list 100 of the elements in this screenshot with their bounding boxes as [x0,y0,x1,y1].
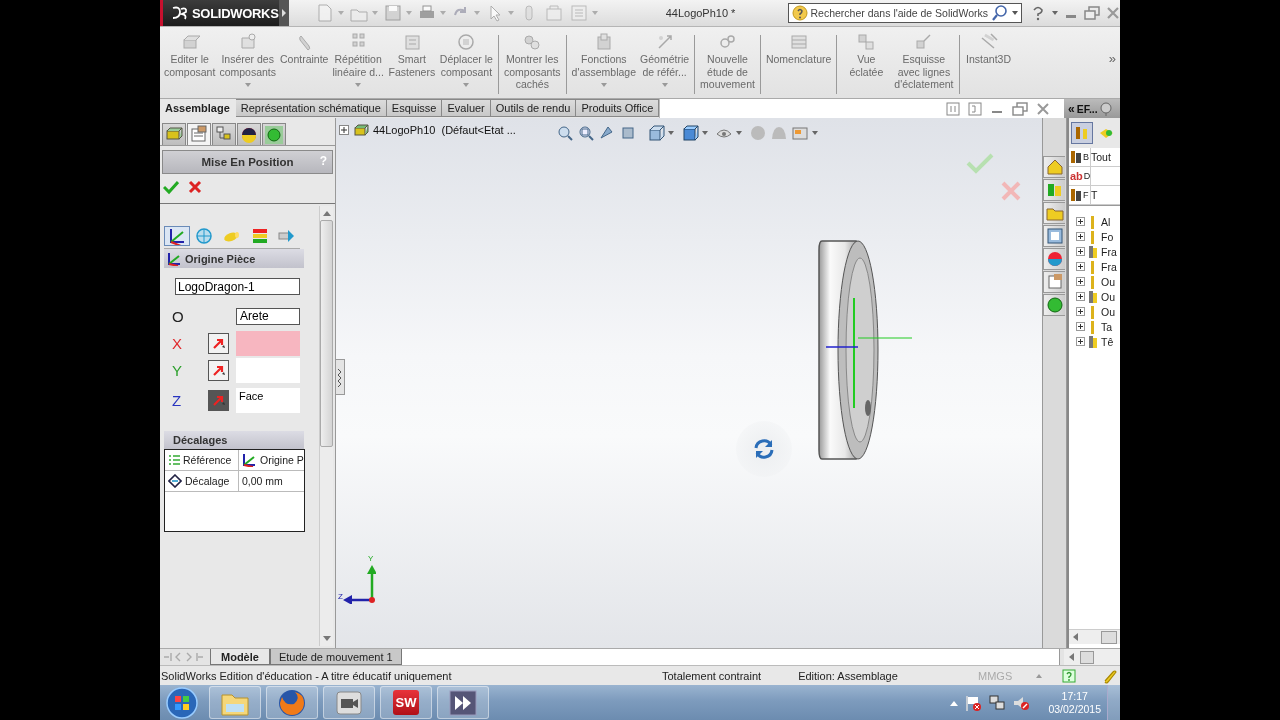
restore-icon[interactable] [1084,6,1100,20]
command-button[interactable]: Répétition linéaire d... [330,27,386,98]
tree-item[interactable]: Fo [1101,230,1114,243]
command-button[interactable]: Contrainte [278,27,331,98]
task-pane-tab[interactable] [1043,271,1065,293]
selection-mode-button[interactable] [164,226,190,246]
tree-item[interactable]: Fra [1101,260,1117,273]
feature-tree-root[interactable]: 44LogoPh10 (Défaut<Etat ... [373,124,516,136]
reference-field[interactable] [236,330,300,356]
split-view-icon[interactable] [968,101,982,116]
taskbar-app[interactable] [437,686,489,719]
task-pane-tab[interactable] [1043,202,1065,224]
command-button[interactable]: Editer le composant [162,27,218,98]
tree-item[interactable]: Tê [1101,335,1114,348]
reference-field[interactable]: Arete [236,307,300,325]
help-icon[interactable] [1062,668,1077,683]
view-settings-icon[interactable] [791,124,809,142]
tree-item[interactable]: Al [1101,215,1111,228]
model-tab[interactable]: Modèle [210,649,270,665]
zoom-fit-icon[interactable] [556,124,574,142]
reference-field[interactable]: Face [236,387,300,413]
scrollbar[interactable] [1064,649,1120,665]
ribbon-tab[interactable]: Produits Office [576,99,660,117]
taskbar-app[interactable] [266,686,318,719]
pick-button[interactable] [208,332,229,354]
model-tab[interactable]: Etude de mouvement 1 [269,649,402,665]
command-button[interactable]: Montrer les composants cachés [501,27,563,98]
caret-up-icon[interactable] [1036,673,1043,678]
expand-icon[interactable] [1076,247,1085,256]
view-orientation-icon[interactable] [647,124,665,142]
tree-item[interactable]: Ou [1101,305,1115,318]
caret-icon[interactable] [736,131,742,135]
component-field[interactable]: LogoDragon-1 [175,278,300,295]
command-button[interactable]: Insérer des composants [217,27,278,98]
caret-icon[interactable] [702,131,708,135]
caret-icon[interactable] [1012,11,1018,15]
reference-field[interactable] [236,357,300,383]
ribbon-tab[interactable]: Représentation schématique [235,99,387,117]
tree-item[interactable]: Fra [1101,245,1117,258]
split-view-icon[interactable] [946,101,960,116]
expand-icon[interactable] [1076,292,1085,301]
task-pane-tab[interactable] [1043,294,1065,316]
command-button[interactable]: Vue éclatée [840,27,893,98]
expand-icon[interactable] [1076,277,1085,286]
scene-icon[interactable] [770,124,788,142]
taskbar-app[interactable]: SW [380,686,432,719]
command-button[interactable]: Nouvelle étude de mouvement [698,27,757,98]
accept-check-icon[interactable] [966,152,994,174]
caret-icon[interactable] [668,131,674,135]
ribbon-tab[interactable]: Esquisse [386,99,443,117]
expand-icon[interactable] [1076,217,1085,226]
close-icon[interactable] [1036,101,1050,116]
ribbon-tab[interactable]: Outils de rendu [490,99,577,117]
caret-icon[interactable] [1052,11,1058,15]
ok-check-icon[interactable] [163,179,179,195]
pick-button[interactable] [208,389,229,411]
panel-tab[interactable] [237,123,261,145]
expand-icon[interactable] [1076,262,1085,271]
zoom-area-icon[interactable] [577,124,595,142]
pin-icon[interactable] [1099,101,1112,116]
restore-icon[interactable] [1012,101,1028,116]
tree-item[interactable]: Ou [1101,275,1115,288]
tree-item[interactable]: Ou [1101,290,1115,303]
command-button[interactable]: Esquisse avec lignes d'éclatement [892,27,956,98]
command-button[interactable]: Géométrie de référ... [638,27,692,98]
expand-icon[interactable] [1076,337,1085,346]
section-view-icon[interactable] [619,124,637,142]
task-pane-tab[interactable] [1043,156,1065,178]
display-style-icon[interactable] [681,124,699,142]
show-hidden-icon[interactable] [950,699,959,706]
flag-icon[interactable] [964,693,983,712]
scrollbar-thumb[interactable] [1101,630,1117,644]
expand-icon[interactable] [1076,307,1085,316]
command-button[interactable]: Déplacer le composant [437,27,495,98]
close-icon[interactable] [1106,6,1120,20]
command-button[interactable]: Smart Fasteners [385,27,438,98]
expand-icon[interactable] [339,125,349,135]
task-pane-tab[interactable] [1043,248,1065,270]
command-button[interactable]: Fonctions d'assemblage [569,27,639,98]
nav-arrow-icon[interactable] [163,652,172,662]
taskbar-app[interactable] [323,686,375,719]
scrollbar-thumb[interactable] [320,220,333,447]
ribbon-tab[interactable]: Evaluer [442,99,491,117]
help-menu-icon[interactable] [1030,4,1046,22]
command-button[interactable]: Nomenclature [763,27,834,98]
nav-arrow-icon[interactable] [196,652,205,662]
tree-item[interactable]: Ta [1101,320,1113,333]
cancel-x-icon[interactable] [187,179,203,195]
collapse-button[interactable]: « [1068,101,1075,116]
pick-button[interactable] [208,359,229,381]
caret-icon[interactable] [812,131,818,135]
task-pane-tab[interactable] [1043,225,1065,247]
command-button[interactable]: Instant3D [962,27,1015,98]
scrollbar-thumb[interactable] [1080,650,1094,664]
more-commands-button[interactable]: » [1104,27,1120,66]
scrollbar[interactable] [1069,629,1120,644]
save-icon[interactable] [382,3,403,23]
expand-icon[interactable] [1076,322,1085,331]
network-icon[interactable] [988,693,1007,712]
expand-icon[interactable] [1076,232,1085,241]
